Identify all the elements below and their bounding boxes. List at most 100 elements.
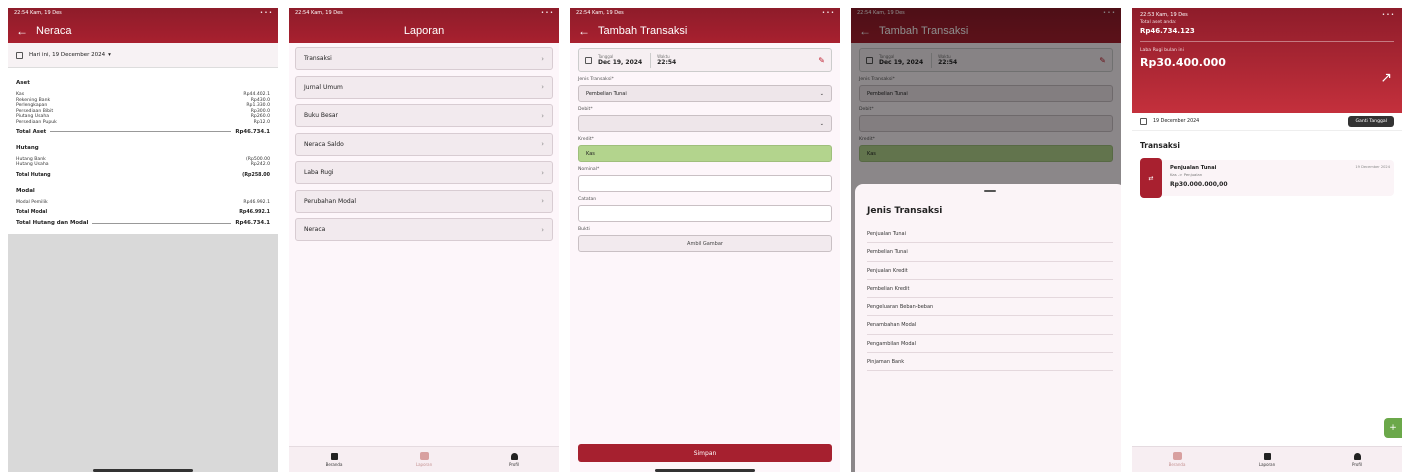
nav-label: Laporan	[1258, 461, 1276, 467]
divider	[1140, 41, 1394, 42]
transaction-card[interactable]: ⇄ Penjualan Tunai Kas -> Penjualan Rp30.…	[1140, 158, 1394, 198]
nav-label: Laporan	[415, 462, 433, 467]
home-grid-icon	[330, 452, 338, 460]
grand-total-value: Rp46.734.1	[235, 220, 270, 227]
chevron-down-icon: ⌄	[819, 90, 824, 97]
nav-label: Profil	[509, 461, 519, 467]
nav-profil[interactable]: Profil	[1332, 452, 1382, 467]
back-arrow-icon[interactable]: ←	[16, 24, 28, 38]
report-menu-item[interactable]: Transaksi ›	[295, 47, 553, 70]
status-bar: 22:54 Kam, 19 Des • • •	[289, 8, 559, 18]
report-menu-item[interactable]: Laba Rugi ›	[295, 161, 553, 184]
debit-select[interactable]: ⌄	[578, 115, 832, 132]
nav-beranda[interactable]: Beranda	[1152, 452, 1202, 467]
report-menu-item[interactable]: Jurnal Umum ›	[295, 75, 553, 99]
ganti-tanggal-button[interactable]: Ganti Tanggal	[1348, 116, 1394, 127]
transaction-type-option[interactable]: Penambahan Modal	[867, 316, 1113, 335]
screen-neraca: 22:54 Kam, 19 Des • • • ← Neraca Hari ini…	[8, 8, 278, 472]
transaction-type-option[interactable]: Penjualan Tunai	[867, 225, 1113, 244]
jenis-select[interactable]: Pembelian Tunai ⌄	[578, 85, 832, 102]
screen-beranda: 22:53 Kam, 19 Des • • • Total aset anda: …	[1132, 8, 1402, 472]
chevron-right-icon: ›	[541, 54, 544, 63]
chevron-right-icon: ›	[541, 197, 544, 205]
drag-handle[interactable]	[984, 190, 996, 192]
report-menu-item[interactable]: Neraca ›	[295, 218, 553, 241]
time-field[interactable]: Waktu 22:54	[657, 54, 676, 66]
calendar-icon	[16, 51, 23, 59]
transaction-type-option[interactable]: Penjualan Kredit	[867, 262, 1113, 280]
catatan-input[interactable]	[578, 205, 832, 222]
total-hutang-label: Total Hutang	[16, 172, 51, 178]
nav-profil[interactable]: Profil	[489, 452, 539, 467]
nav-laporan[interactable]: Laporan	[399, 452, 449, 467]
transaction-amount: Rp30.000.000,00	[1170, 181, 1228, 188]
sheet-title: Jenis Transaksi	[867, 206, 943, 216]
transaction-date: 19 December 2024	[1355, 165, 1390, 169]
grand-total-row: Total Hutang dan Modal Rp46.734.1	[16, 220, 270, 226]
menu-item-label: Transaksi	[304, 55, 332, 62]
calendar-icon	[1140, 118, 1147, 125]
menu-item-label: Laba Rugi	[304, 169, 334, 176]
simpan-button[interactable]: Simpan	[578, 444, 832, 462]
status-icons: • • •	[540, 10, 553, 16]
divider	[50, 131, 232, 133]
status-time: 22:54 Kam, 19 Des	[576, 10, 624, 16]
balance-row: Modal Pemilik Rp46.992.1	[16, 200, 270, 206]
transaction-type-option[interactable]: Pembelian Kredit	[867, 280, 1113, 299]
account-label: Modal Pemilik	[16, 199, 48, 205]
balance-row: Persediaan Pupuk Rp12.0	[16, 120, 270, 126]
grand-total-label: Total Hutang dan Modal	[16, 220, 89, 227]
edit-pencil-icon[interactable]: ✎	[818, 56, 825, 65]
status-bar: 22:53 Kam, 19 Des • • •	[1140, 10, 1394, 20]
kredit-select[interactable]: Kas	[578, 145, 832, 162]
report-menu-item[interactable]: Perubahan Modal ›	[295, 189, 553, 213]
transaction-type-option[interactable]: Pembelian Tunai	[867, 243, 1113, 262]
chevron-right-icon: ›	[541, 83, 544, 91]
add-transaction-button[interactable]: +	[1384, 418, 1402, 438]
nav-laporan[interactable]: Laporan	[1242, 452, 1292, 467]
nav-beranda[interactable]: Beranda	[309, 452, 359, 467]
section-title-hutang: Hutang	[16, 144, 39, 151]
total-aset-value: Rp46.734.123	[1140, 27, 1195, 35]
bottom-nav: Beranda Laporan Profil	[1132, 446, 1402, 472]
datetime-picker[interactable]: Tanggal Dec 19, 2024 Waktu 22:54 ✎	[578, 48, 832, 72]
transaction-type-option[interactable]: Pengeluaran Beban-beban	[867, 298, 1113, 317]
report-menu-item[interactable]: Neraca Saldo ›	[295, 132, 553, 156]
account-label: Hutang Usaha	[16, 162, 49, 168]
status-bar: 22:54 Kam, 19 Des • • •	[570, 8, 840, 18]
back-arrow-icon[interactable]: ←	[578, 24, 590, 38]
status-icons: • • •	[1381, 12, 1394, 18]
laba-value: Rp30.400.000	[1140, 56, 1226, 69]
screen-laporan: 22:54 Kam, 19 Des • • • Laporan Transaksi…	[289, 8, 559, 472]
divider	[92, 222, 232, 224]
ambil-gambar-button[interactable]: Ambil Gambar	[578, 235, 832, 252]
header: 22:54 Kam, 19 Des • • • ← Tambah Transaks…	[570, 8, 840, 43]
report-menu: Transaksi › Jurnal Umum › Buku Besar › Neraca …	[289, 43, 559, 251]
header: 22:54 Kam, 19 Des • • • ← Neraca	[8, 8, 278, 43]
date-selector[interactable]: Hari ini, 19 December 2024 ▾	[8, 43, 278, 68]
time-value: 22:54	[657, 59, 677, 66]
report-menu-item[interactable]: Buku Besar ›	[295, 104, 553, 127]
home-grid-icon	[1172, 452, 1182, 460]
total-modal-value: Rp46.992.1	[239, 210, 270, 216]
account-value: Rp46.992.1	[243, 199, 270, 205]
dropdown-icon: ▾	[108, 52, 111, 58]
section-title: Transaksi	[1140, 141, 1180, 150]
chevron-right-icon: ›	[541, 168, 544, 177]
report-icon	[419, 452, 429, 460]
balance-sheet: Aset Kas Rp44.402.1 Rekening Bank Rp430.0 Pe…	[8, 68, 278, 235]
bukti-label: Bukti	[578, 227, 590, 232]
transaction-type-option[interactable]: Pinjaman Bank	[867, 353, 1113, 372]
page-title: Tambah Transaksi	[598, 24, 688, 37]
header: 22:54 Kam, 19 Des • • • Laporan	[289, 8, 559, 43]
nominal-input[interactable]	[578, 175, 832, 192]
date-field[interactable]: Tanggal Dec 19, 2024	[598, 54, 642, 66]
chevron-right-icon: ›	[541, 140, 544, 148]
transaction-type-option[interactable]: Pengambilan Modal	[867, 335, 1113, 354]
total-hutang-value: (Rp258.00	[242, 172, 270, 178]
transfer-icon: ⇄	[1140, 158, 1162, 198]
total-aset-value: Rp46.734.1	[235, 128, 270, 135]
transaction-form: Tanggal Dec 19, 2024 Waktu 22:54 ✎ Jenis T…	[570, 43, 840, 257]
total-modal-row: Total Modal Rp46.992.1	[16, 210, 270, 215]
catatan-label: Catatan	[578, 197, 597, 202]
